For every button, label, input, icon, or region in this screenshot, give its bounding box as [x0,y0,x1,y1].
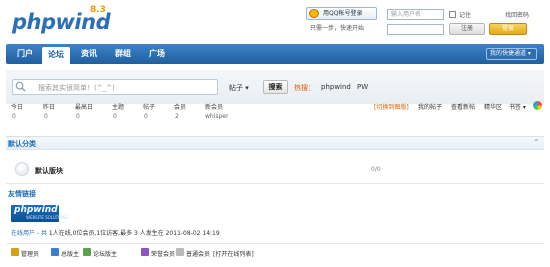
stat-value: 0 [76,113,80,120]
category-header [6,136,544,150]
qq-login-note: 只需一步，快速开始 [310,25,365,32]
forgot-password-link[interactable]: 找回密码 [505,10,529,19]
quick-channel-dropdown[interactable]: 我的快捷通道 ▾ [486,48,537,60]
stat-value[interactable]: whisper [205,113,228,120]
nav-item-groups[interactable]: 群组 [110,44,136,64]
stat-label: 新会员 [205,104,224,111]
search-placeholder: 搜索其实很简单！(^_^) [38,84,115,92]
divider [6,183,544,184]
switch-view-link[interactable]: [切换到图版] [374,102,409,111]
digest-link[interactable]: 精华区 [484,102,502,111]
new-posts-link[interactable]: 查看新帖 [451,102,475,111]
moderator-icon [83,248,91,256]
legend-label: 管理员 [21,251,40,258]
admin-group-icon [11,248,19,256]
forum-name-link[interactable]: 默认版块 [35,166,63,176]
category-title[interactable]: 默认分类 [8,139,36,149]
stat-label: 昨日 [43,104,56,111]
online-users-text: 1人在线,0位会员,1位访客,最多 3 人发生在 2011-08-02 14:1… [48,230,220,237]
friend-link-logo-subtext: WEBSITE SOLUTIONS [26,215,69,220]
stat-value: 0 [12,113,16,120]
search-type-select[interactable]: 帖子 ▾ [229,83,249,93]
legend-label: 普通会员 [186,251,211,258]
remember-checkbox[interactable] [449,11,456,18]
username-input[interactable]: 输入用户名 [387,9,444,20]
stat-label: 会员 [174,104,187,111]
hot-term-link[interactable]: phpwind [321,83,351,91]
honor-member-icon [141,248,149,256]
qq-icon [309,9,319,18]
friend-links-title: 友情链接 [8,190,36,198]
register-button[interactable]: 注册 [449,23,485,35]
hot-term-link[interactable]: PW [357,83,368,91]
legend-label: 荣誉会员 [151,251,176,258]
stat-label: 今日 [11,104,24,111]
nav-item-square[interactable]: 广场 [144,44,170,64]
color-theme-icon[interactable] [533,101,542,110]
stat-label: 帖子 [143,104,156,111]
divider [6,243,544,244]
nav-item-news[interactable]: 资讯 [76,44,102,64]
remember-label: 记住 [459,12,472,19]
stat-value: 2 [175,113,179,120]
legend-label: 总版主 [61,251,80,258]
nav-item-forum[interactable]: 论坛 [42,47,70,64]
online-users-prefix[interactable]: 在线用户 - 共 [11,230,47,237]
member-icon [176,248,184,256]
forum-post-count: 0/0 [371,166,381,173]
logo-version: 8.3 [90,5,106,15]
bookmarks-dropdown[interactable]: 书签 ▾ [509,102,526,111]
stat-label: 最高日 [75,104,94,111]
collapse-icon[interactable]: ⌃ [533,138,540,147]
online-users-line: 在线用户 - 共 1人在线,0位会员,1位访客,最多 3 人发生在 2011-0… [11,228,220,237]
friend-link-logo-text: phpwind [14,205,58,215]
my-posts-link[interactable]: 我的帖子 [418,102,442,111]
stat-value: 0 [144,113,148,120]
hot-search-label: 热搜： [294,84,315,92]
open-online-list-link[interactable]: [打开在线列表] [213,249,254,258]
search-icon [15,81,26,92]
stat-value: 0 [113,113,117,120]
password-input[interactable] [387,24,444,35]
nav-item-portal[interactable]: 门户 [12,44,38,64]
legend-label: 论坛版主 [93,251,118,258]
login-button[interactable]: 登录 [489,23,527,35]
forum-status-icon [15,162,29,176]
stat-label: 主题 [112,104,125,111]
stat-value: 0 [44,113,48,120]
super-moderator-icon [51,248,59,256]
search-button[interactable]: 搜索 [263,80,288,94]
